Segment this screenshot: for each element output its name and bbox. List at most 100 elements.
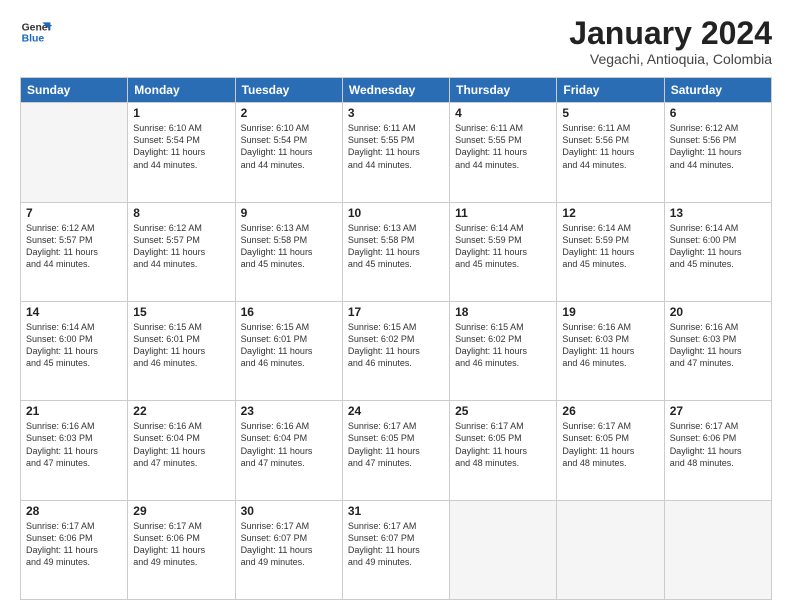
calendar-day-cell: 15 Sunrise: 6:15 AM Sunset: 6:01 PM Dayli… bbox=[128, 301, 235, 400]
day-info: Sunrise: 6:15 AM Sunset: 6:02 PM Dayligh… bbox=[455, 321, 551, 370]
day-info: Sunrise: 6:17 AM Sunset: 6:06 PM Dayligh… bbox=[670, 420, 766, 469]
calendar-day-cell bbox=[450, 500, 557, 599]
day-number: 14 bbox=[26, 305, 122, 319]
calendar-week-row: 21 Sunrise: 6:16 AM Sunset: 6:03 PM Dayli… bbox=[21, 401, 772, 500]
day-number: 15 bbox=[133, 305, 229, 319]
calendar-day-cell: 5 Sunrise: 6:11 AM Sunset: 5:56 PM Daylig… bbox=[557, 103, 664, 202]
day-info: Sunrise: 6:11 AM Sunset: 5:55 PM Dayligh… bbox=[348, 122, 444, 171]
calendar-week-row: 28 Sunrise: 6:17 AM Sunset: 6:06 PM Dayli… bbox=[21, 500, 772, 599]
calendar-day-cell: 10 Sunrise: 6:13 AM Sunset: 5:58 PM Dayli… bbox=[342, 202, 449, 301]
day-info: Sunrise: 6:14 AM Sunset: 5:59 PM Dayligh… bbox=[562, 222, 658, 271]
calendar-week-row: 1 Sunrise: 6:10 AM Sunset: 5:54 PM Daylig… bbox=[21, 103, 772, 202]
day-info: Sunrise: 6:17 AM Sunset: 6:07 PM Dayligh… bbox=[241, 520, 337, 569]
calendar-day-cell: 13Sunrise: 6:14 AM Sunset: 6:00 PM Dayli… bbox=[664, 202, 771, 301]
day-number: 26 bbox=[562, 404, 658, 418]
calendar-day-cell: 8 Sunrise: 6:12 AM Sunset: 5:57 PM Daylig… bbox=[128, 202, 235, 301]
calendar-day-cell: 29 Sunrise: 6:17 AM Sunset: 6:06 PM Dayli… bbox=[128, 500, 235, 599]
day-number: 18 bbox=[455, 305, 551, 319]
calendar-day-cell: 16 Sunrise: 6:15 AM Sunset: 6:01 PM Dayli… bbox=[235, 301, 342, 400]
calendar-day-cell: 24 Sunrise: 6:17 AM Sunset: 6:05 PM Dayli… bbox=[342, 401, 449, 500]
title-block: January 2024 Vegachi, Antioquia, Colombi… bbox=[569, 16, 772, 67]
day-info: Sunrise: 6:10 AM Sunset: 5:54 PM Dayligh… bbox=[133, 122, 229, 171]
day-info: Sunrise: 6:17 AM Sunset: 6:06 PM Dayligh… bbox=[26, 520, 122, 569]
day-number: 3 bbox=[348, 106, 444, 120]
svg-text:Blue: Blue bbox=[22, 34, 45, 45]
day-number: 23 bbox=[241, 404, 337, 418]
day-number: 22 bbox=[133, 404, 229, 418]
day-info: Sunrise: 6:11 AM Sunset: 5:56 PM Dayligh… bbox=[562, 122, 658, 171]
day-number: 4 bbox=[455, 106, 551, 120]
calendar-day-cell: 25 Sunrise: 6:17 AM Sunset: 6:05 PM Dayli… bbox=[450, 401, 557, 500]
calendar-table: SundayMondayTuesdayWednesdayThursdayFrid… bbox=[20, 77, 772, 600]
day-info: Sunrise: 6:13 AM Sunset: 5:58 PM Dayligh… bbox=[348, 222, 444, 271]
calendar-day-cell: 30Sunrise: 6:17 AM Sunset: 6:07 PM Dayli… bbox=[235, 500, 342, 599]
day-info: Sunrise: 6:13 AM Sunset: 5:58 PM Dayligh… bbox=[241, 222, 337, 271]
calendar-day-cell: 26 Sunrise: 6:17 AM Sunset: 6:05 PM Dayli… bbox=[557, 401, 664, 500]
header: General Blue January 2024 Vegachi, Antio… bbox=[20, 16, 772, 67]
calendar-day-cell bbox=[557, 500, 664, 599]
calendar-day-cell: 14Sunrise: 6:14 AM Sunset: 6:00 PM Dayli… bbox=[21, 301, 128, 400]
day-number: 29 bbox=[133, 504, 229, 518]
calendar-body: 1 Sunrise: 6:10 AM Sunset: 5:54 PM Daylig… bbox=[21, 103, 772, 600]
day-number: 27 bbox=[670, 404, 766, 418]
day-number: 24 bbox=[348, 404, 444, 418]
day-number: 8 bbox=[133, 206, 229, 220]
day-number: 20 bbox=[670, 305, 766, 319]
calendar-day-cell: 6 Sunrise: 6:12 AM Sunset: 5:56 PM Daylig… bbox=[664, 103, 771, 202]
calendar-header-cell: Monday bbox=[128, 78, 235, 103]
calendar-header-cell: Tuesday bbox=[235, 78, 342, 103]
calendar-header-cell: Thursday bbox=[450, 78, 557, 103]
subtitle: Vegachi, Antioquia, Colombia bbox=[569, 51, 772, 67]
day-number: 5 bbox=[562, 106, 658, 120]
day-info: Sunrise: 6:12 AM Sunset: 5:56 PM Dayligh… bbox=[670, 122, 766, 171]
calendar-day-cell: 11Sunrise: 6:14 AM Sunset: 5:59 PM Dayli… bbox=[450, 202, 557, 301]
day-info: Sunrise: 6:17 AM Sunset: 6:06 PM Dayligh… bbox=[133, 520, 229, 569]
calendar-day-cell: 17Sunrise: 6:15 AM Sunset: 6:02 PM Dayli… bbox=[342, 301, 449, 400]
month-title: January 2024 bbox=[569, 16, 772, 51]
calendar-header-cell: Friday bbox=[557, 78, 664, 103]
calendar-day-cell: 27 Sunrise: 6:17 AM Sunset: 6:06 PM Dayli… bbox=[664, 401, 771, 500]
day-number: 6 bbox=[670, 106, 766, 120]
calendar-day-cell: 22Sunrise: 6:16 AM Sunset: 6:04 PM Dayli… bbox=[128, 401, 235, 500]
day-info: Sunrise: 6:15 AM Sunset: 6:01 PM Dayligh… bbox=[241, 321, 337, 370]
calendar-header-cell: Sunday bbox=[21, 78, 128, 103]
calendar-day-cell: 4Sunrise: 6:11 AM Sunset: 5:55 PM Daylig… bbox=[450, 103, 557, 202]
calendar-day-cell: 19 Sunrise: 6:16 AM Sunset: 6:03 PM Dayli… bbox=[557, 301, 664, 400]
calendar-day-cell: 20Sunrise: 6:16 AM Sunset: 6:03 PM Dayli… bbox=[664, 301, 771, 400]
day-number: 16 bbox=[241, 305, 337, 319]
day-number: 25 bbox=[455, 404, 551, 418]
calendar-day-cell: 1 Sunrise: 6:10 AM Sunset: 5:54 PM Daylig… bbox=[128, 103, 235, 202]
calendar-header-cell: Saturday bbox=[664, 78, 771, 103]
day-number: 7 bbox=[26, 206, 122, 220]
day-number: 21 bbox=[26, 404, 122, 418]
day-number: 17 bbox=[348, 305, 444, 319]
day-info: Sunrise: 6:17 AM Sunset: 6:05 PM Dayligh… bbox=[562, 420, 658, 469]
day-number: 9 bbox=[241, 206, 337, 220]
calendar-day-cell: 9 Sunrise: 6:13 AM Sunset: 5:58 PM Daylig… bbox=[235, 202, 342, 301]
day-info: Sunrise: 6:16 AM Sunset: 6:03 PM Dayligh… bbox=[26, 420, 122, 469]
day-number: 1 bbox=[133, 106, 229, 120]
calendar-header-row: SundayMondayTuesdayWednesdayThursdayFrid… bbox=[21, 78, 772, 103]
day-info: Sunrise: 6:10 AM Sunset: 5:54 PM Dayligh… bbox=[241, 122, 337, 171]
day-info: Sunrise: 6:16 AM Sunset: 6:03 PM Dayligh… bbox=[562, 321, 658, 370]
day-info: Sunrise: 6:12 AM Sunset: 5:57 PM Dayligh… bbox=[133, 222, 229, 271]
calendar-day-cell bbox=[21, 103, 128, 202]
calendar-day-cell: 31Sunrise: 6:17 AM Sunset: 6:07 PM Dayli… bbox=[342, 500, 449, 599]
day-number: 19 bbox=[562, 305, 658, 319]
calendar-day-cell: 18 Sunrise: 6:15 AM Sunset: 6:02 PM Dayli… bbox=[450, 301, 557, 400]
logo-icon: General Blue bbox=[20, 16, 52, 48]
day-info: Sunrise: 6:15 AM Sunset: 6:01 PM Dayligh… bbox=[133, 321, 229, 370]
calendar-week-row: 14Sunrise: 6:14 AM Sunset: 6:00 PM Dayli… bbox=[21, 301, 772, 400]
calendar-day-cell: 23 Sunrise: 6:16 AM Sunset: 6:04 PM Dayli… bbox=[235, 401, 342, 500]
day-info: Sunrise: 6:16 AM Sunset: 6:04 PM Dayligh… bbox=[241, 420, 337, 469]
day-info: Sunrise: 6:17 AM Sunset: 6:05 PM Dayligh… bbox=[348, 420, 444, 469]
calendar-header-cell: Wednesday bbox=[342, 78, 449, 103]
day-info: Sunrise: 6:17 AM Sunset: 6:05 PM Dayligh… bbox=[455, 420, 551, 469]
day-number: 10 bbox=[348, 206, 444, 220]
day-number: 28 bbox=[26, 504, 122, 518]
calendar-week-row: 7 Sunrise: 6:12 AM Sunset: 5:57 PM Daylig… bbox=[21, 202, 772, 301]
day-info: Sunrise: 6:14 AM Sunset: 6:00 PM Dayligh… bbox=[670, 222, 766, 271]
day-number: 31 bbox=[348, 504, 444, 518]
calendar-day-cell bbox=[664, 500, 771, 599]
day-number: 12 bbox=[562, 206, 658, 220]
